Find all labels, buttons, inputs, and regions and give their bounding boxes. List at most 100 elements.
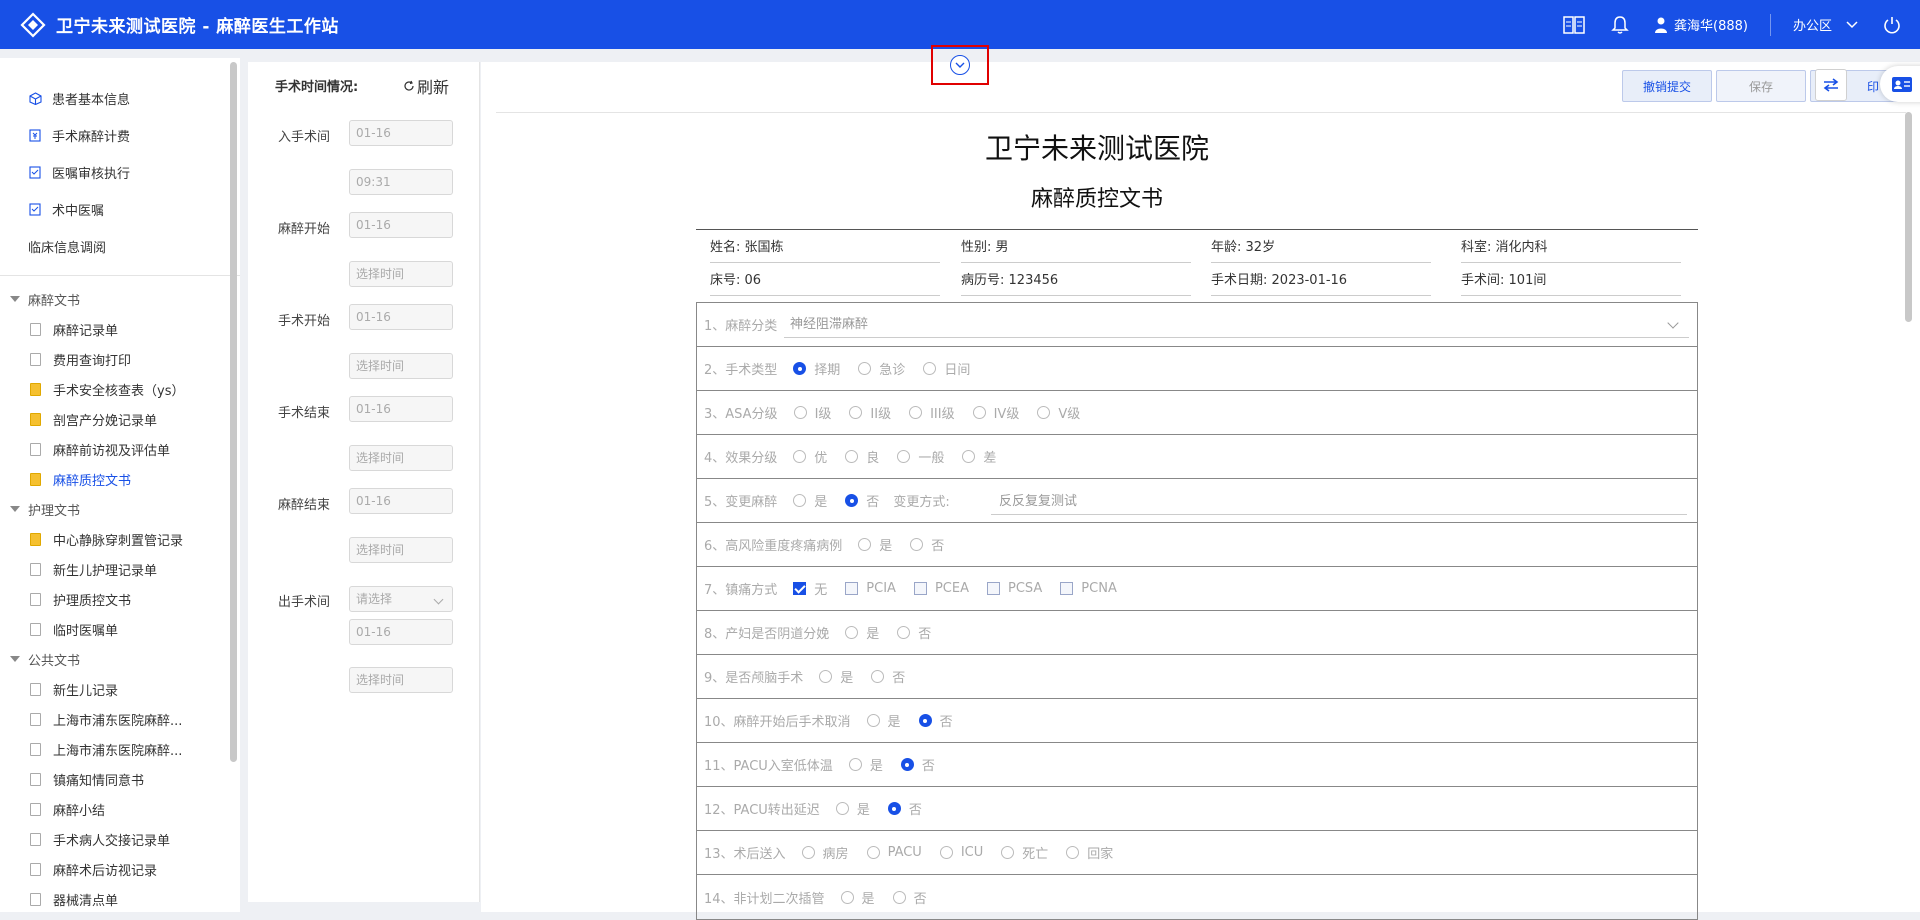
- radio-option[interactable]: I级: [793, 403, 831, 422]
- radio-button[interactable]: [866, 846, 880, 859]
- radio-button[interactable]: [909, 406, 923, 419]
- radio-option[interactable]: 回家: [1066, 843, 1113, 862]
- radio-option[interactable]: 一般: [897, 447, 944, 466]
- radio-option[interactable]: 急诊: [858, 359, 905, 378]
- radio-option[interactable]: V级: [1037, 403, 1080, 422]
- radio-button[interactable]: [801, 846, 815, 859]
- radio-option[interactable]: 否: [897, 623, 931, 642]
- sidebar-group-header[interactable]: 麻醉文书: [0, 284, 240, 314]
- sidebar-item-intraop-orders[interactable]: 术中医嘱: [0, 191, 240, 228]
- radio-button[interactable]: [845, 626, 859, 639]
- radio-option[interactable]: 否: [892, 888, 927, 907]
- sidebar-document-item[interactable]: 手术病人交接记录单: [0, 824, 240, 854]
- sidebar-document-item[interactable]: 剖宫产分娩记录单: [0, 404, 240, 434]
- radio-button[interactable]: [897, 626, 911, 639]
- change-method-input[interactable]: 反反复复测试: [991, 489, 1687, 515]
- leave-room-date-input[interactable]: 01-16: [349, 619, 453, 645]
- sidebar-document-item[interactable]: 手术安全核查表（ys）: [0, 374, 240, 404]
- radio-button[interactable]: [918, 714, 932, 727]
- radio-button[interactable]: [845, 494, 859, 507]
- radio-option[interactable]: 是: [835, 799, 870, 818]
- radio-button[interactable]: [793, 494, 807, 507]
- radio-option[interactable]: 是: [819, 667, 853, 686]
- radio-option[interactable]: 是: [866, 711, 901, 730]
- sidebar-document-item[interactable]: 费用查询打印: [0, 344, 240, 374]
- radio-button[interactable]: [848, 758, 862, 771]
- sidebar-scrollbar[interactable]: [230, 62, 237, 762]
- radio-button[interactable]: [849, 406, 863, 419]
- refresh-button[interactable]: 刷新: [403, 74, 449, 98]
- radio-button[interactable]: [840, 890, 854, 904]
- checkbox[interactable]: [1060, 582, 1074, 595]
- radio-button[interactable]: [892, 890, 906, 904]
- radio-option[interactable]: 死亡: [1001, 843, 1048, 862]
- radio-option[interactable]: 优: [793, 447, 827, 466]
- anes-end-date-input[interactable]: 01-16: [349, 488, 453, 514]
- collapse-header-button[interactable]: [931, 45, 989, 85]
- leave-room-time-input[interactable]: 选择时间: [349, 667, 453, 693]
- enter-room-date-input[interactable]: 01-16: [349, 120, 453, 146]
- op-end-time-input[interactable]: 选择时间: [349, 445, 453, 471]
- sidebar-document-item[interactable]: 上海市浦东医院麻醉...: [0, 734, 240, 764]
- radio-option[interactable]: ICU: [939, 845, 983, 860]
- radio-option[interactable]: 日间: [923, 359, 970, 378]
- area-selector[interactable]: 办公区: [1793, 15, 1858, 34]
- radio-button[interactable]: [910, 538, 924, 551]
- enter-room-time-input[interactable]: 09:31: [349, 169, 453, 195]
- sidebar-item-billing[interactable]: 手术麻醉计费: [0, 117, 240, 154]
- anes-end-time-input[interactable]: 选择时间: [349, 537, 453, 563]
- sidebar-document-item[interactable]: 护理质控文书: [0, 584, 240, 614]
- radio-option[interactable]: 否: [910, 535, 944, 554]
- radio-button[interactable]: [835, 802, 849, 815]
- radio-option[interactable]: 良: [845, 447, 879, 466]
- radio-option[interactable]: 是: [858, 535, 892, 554]
- radio-button[interactable]: [845, 450, 859, 463]
- save-button[interactable]: 保存: [1716, 70, 1806, 102]
- radio-button[interactable]: [871, 670, 885, 683]
- checkbox-option[interactable]: PCNA: [1060, 581, 1117, 596]
- radio-option[interactable]: 否: [887, 799, 922, 818]
- sidebar-document-item[interactable]: 麻醉记录单: [0, 314, 240, 344]
- radio-button[interactable]: [897, 450, 911, 463]
- sidebar-group-header[interactable]: 护理文书: [0, 494, 240, 524]
- radio-option[interactable]: IV级: [972, 403, 1019, 422]
- radio-option[interactable]: 是: [845, 623, 879, 642]
- op-start-time-input[interactable]: 选择时间: [349, 353, 453, 379]
- radio-button[interactable]: [793, 362, 807, 375]
- sidebar-document-item[interactable]: 麻醉小结: [0, 794, 240, 824]
- leave-room-select[interactable]: 请选择: [349, 586, 453, 612]
- checkbox[interactable]: [986, 582, 1000, 595]
- book-icon[interactable]: [1562, 13, 1586, 37]
- sidebar-item-order-review[interactable]: 医嘱审核执行: [0, 154, 240, 191]
- radio-option[interactable]: 是: [840, 888, 875, 907]
- sidebar-group-header[interactable]: 公共文书: [0, 644, 240, 674]
- sidebar-document-item[interactable]: 麻醉质控文书: [0, 464, 240, 494]
- radio-button[interactable]: [858, 362, 872, 375]
- radio-button[interactable]: [1037, 406, 1051, 419]
- sidebar-document-item[interactable]: 镇痛知情同意书: [0, 764, 240, 794]
- radio-option[interactable]: 否: [900, 755, 935, 774]
- radio-button[interactable]: [793, 406, 807, 419]
- sidebar-document-item[interactable]: 中心静脉穿刺置管记录: [0, 524, 240, 554]
- radio-option[interactable]: 否: [845, 491, 879, 510]
- checkbox-option[interactable]: PCSA: [986, 581, 1042, 596]
- radio-option[interactable]: 差: [962, 447, 996, 466]
- checkbox-option[interactable]: PCEA: [913, 581, 969, 596]
- sidebar-document-item[interactable]: 上海市浦东医院麻醉...: [0, 704, 240, 734]
- bell-icon[interactable]: [1608, 13, 1632, 37]
- patient-card-button[interactable]: [1880, 66, 1920, 102]
- radio-option[interactable]: 是: [848, 755, 883, 774]
- radio-button[interactable]: [858, 538, 872, 551]
- sidebar-document-item[interactable]: 麻醉前访视及评估单: [0, 434, 240, 464]
- radio-button[interactable]: [793, 450, 807, 463]
- checkbox-option[interactable]: PCIA: [845, 581, 896, 596]
- radio-option[interactable]: II级: [849, 403, 891, 422]
- radio-option[interactable]: 否: [918, 711, 953, 730]
- radio-option[interactable]: PACU: [866, 845, 922, 860]
- radio-option[interactable]: 否: [871, 667, 905, 686]
- radio-button[interactable]: [939, 846, 953, 859]
- radio-button[interactable]: [923, 362, 937, 375]
- swap-button[interactable]: [1815, 69, 1847, 101]
- checkbox-option[interactable]: 无: [793, 579, 827, 598]
- checkbox[interactable]: [913, 582, 927, 595]
